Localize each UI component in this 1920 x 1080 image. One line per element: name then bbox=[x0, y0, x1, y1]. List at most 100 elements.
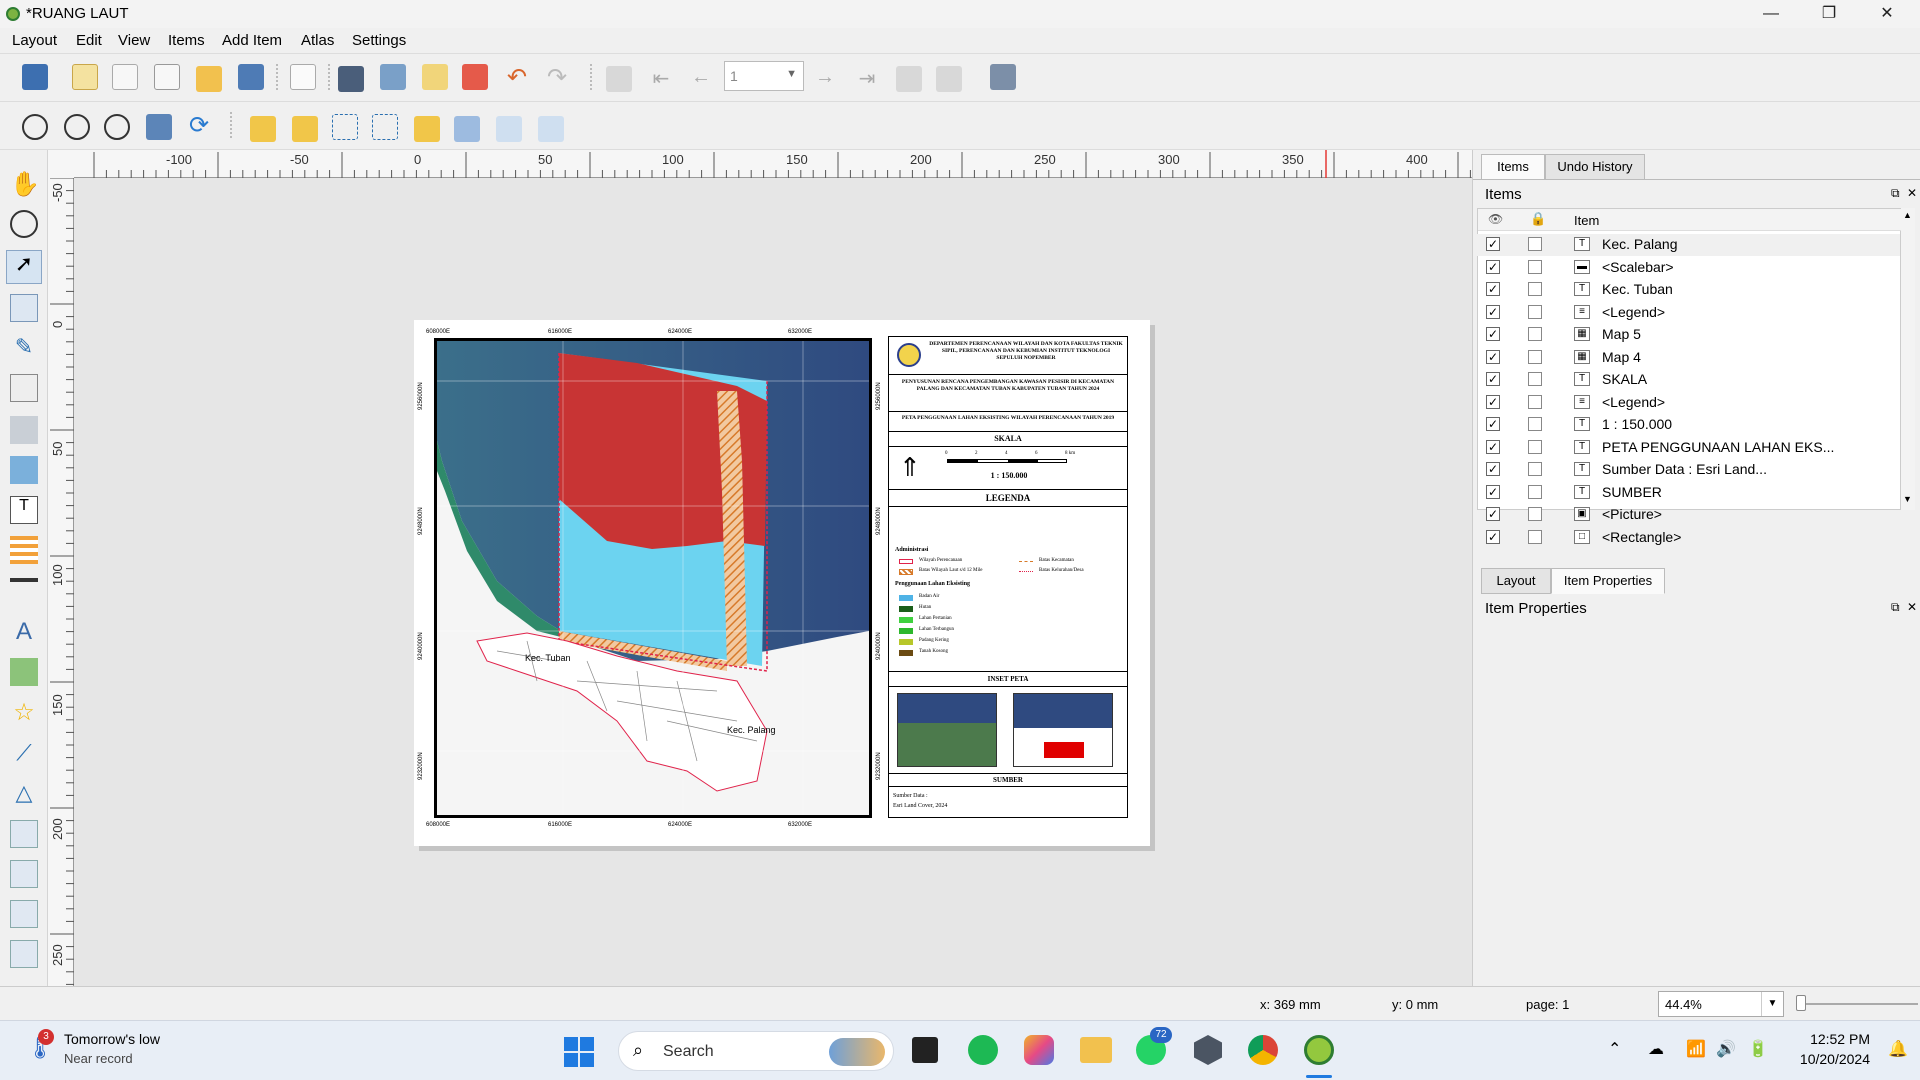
lock-checkbox[interactable] bbox=[1528, 304, 1542, 319]
last-feature-icon[interactable]: ⇥ bbox=[854, 66, 880, 92]
visibility-checkbox[interactable]: ✓ bbox=[1486, 507, 1500, 521]
print-icon[interactable] bbox=[338, 66, 364, 92]
lock-checkbox[interactable] bbox=[1528, 372, 1542, 386]
visibility-checkbox[interactable]: ✓ bbox=[1486, 282, 1500, 296]
visibility-checkbox[interactable]: ✓ bbox=[1486, 439, 1500, 454]
items-tree-row[interactable]: ✓ ▦ Map 4 bbox=[1476, 347, 1900, 369]
horizontal-ruler[interactable]: -100 -50 0 50 100 150 200 250 300 350 40… bbox=[74, 150, 1472, 178]
save-icon[interactable] bbox=[22, 64, 48, 90]
add-legend-icon[interactable] bbox=[10, 536, 38, 564]
redo-icon[interactable]: ↷ bbox=[544, 66, 570, 92]
close-panel-icon[interactable]: ✕ bbox=[1907, 600, 1917, 614]
lock-checkbox[interactable] bbox=[1528, 394, 1542, 409]
weather-title[interactable]: Tomorrow's low bbox=[64, 1031, 160, 1047]
task-view-icon[interactable] bbox=[912, 1037, 938, 1063]
unlock-items-icon[interactable] bbox=[292, 116, 318, 142]
lock-items-icon[interactable] bbox=[250, 116, 276, 142]
group-items-icon[interactable] bbox=[332, 114, 358, 140]
undo-icon[interactable]: ↶ bbox=[504, 66, 530, 92]
items-tree-row[interactable]: ✓ □ <Rectangle> bbox=[1476, 527, 1900, 549]
lock-checkbox[interactable] bbox=[1528, 349, 1542, 364]
add-page-icon[interactable] bbox=[10, 374, 38, 402]
atlas-print-icon[interactable] bbox=[896, 66, 922, 92]
items-tree-row[interactable]: ✓ ▣ <Picture> bbox=[1476, 504, 1900, 526]
menu-atlas[interactable]: Atlas bbox=[301, 32, 334, 49]
lock-checkbox[interactable] bbox=[1528, 237, 1542, 251]
lock-checkbox[interactable] bbox=[1528, 327, 1542, 341]
battery-icon[interactable]: 🔋 bbox=[1748, 1039, 1768, 1059]
clock-date[interactable]: 10/20/2024 bbox=[1786, 1051, 1870, 1067]
visibility-checkbox[interactable]: ✓ bbox=[1486, 349, 1500, 364]
visibility-checkbox[interactable]: ✓ bbox=[1486, 484, 1500, 499]
main-map-frame[interactable]: Kec. Tuban Kec. Palang bbox=[434, 338, 872, 818]
add-label-icon[interactable]: T bbox=[10, 496, 38, 524]
float-panel-icon[interactable]: ⧉ bbox=[1891, 600, 1900, 615]
add-elevation-profile-icon[interactable] bbox=[10, 940, 38, 968]
visibility-checkbox[interactable]: ✓ bbox=[1486, 304, 1500, 319]
items-tree-row[interactable]: ✓ T Sumber Data : Esri Land... bbox=[1476, 459, 1900, 481]
items-tree-row[interactable]: ✓ ▦ Map 5 bbox=[1476, 324, 1900, 346]
items-tree-row[interactable]: ✓ T SKALA bbox=[1476, 369, 1900, 391]
visibility-checkbox[interactable]: ✓ bbox=[1486, 327, 1500, 341]
notification-bell-icon[interactable]: 🔔 bbox=[1888, 1039, 1908, 1059]
align-items-icon[interactable] bbox=[454, 116, 480, 142]
atlas-preview-icon[interactable] bbox=[606, 66, 632, 92]
float-panel-icon[interactable]: ⧉ bbox=[1891, 186, 1900, 201]
open-folder-icon[interactable] bbox=[196, 66, 222, 92]
chevron-down-icon[interactable]: ▼ bbox=[1761, 992, 1783, 1016]
visibility-checkbox[interactable]: ✓ bbox=[1486, 529, 1500, 544]
add-polyline-icon[interactable]: △ bbox=[10, 780, 38, 808]
add-north-arrow-icon[interactable]: A bbox=[10, 618, 38, 646]
menu-layout[interactable]: Layout bbox=[12, 32, 57, 49]
visibility-checkbox[interactable]: ✓ bbox=[1486, 417, 1500, 431]
items-tree-row[interactable]: ✓ T Kec. Palang bbox=[1476, 234, 1900, 256]
previous-feature-icon[interactable]: ← bbox=[688, 66, 714, 92]
add-attribute-table-icon[interactable] bbox=[10, 860, 38, 888]
lock-checkbox[interactable] bbox=[1528, 417, 1542, 431]
visibility-checkbox[interactable]: ✓ bbox=[1486, 462, 1500, 476]
zoom-select[interactable]: 44.4% ▼ bbox=[1658, 991, 1784, 1017]
menu-add-item[interactable]: Add Item bbox=[222, 32, 282, 49]
export-svg-icon[interactable] bbox=[422, 64, 448, 90]
first-feature-icon[interactable]: ⇤ bbox=[648, 66, 674, 92]
edit-nodes-icon[interactable]: ✎ bbox=[10, 334, 38, 362]
lock-checkbox[interactable] bbox=[1528, 462, 1542, 476]
qgis-taskbar-icon[interactable] bbox=[1304, 1035, 1334, 1065]
chrome-icon[interactable] bbox=[1248, 1035, 1278, 1065]
copilot-icon[interactable] bbox=[1024, 1035, 1054, 1065]
add-marker-icon[interactable]: ☆ bbox=[10, 698, 38, 726]
add-shape-icon[interactable] bbox=[10, 658, 38, 686]
zoom-out-icon[interactable] bbox=[64, 114, 90, 140]
taskbar-search[interactable]: ⌕ Search bbox=[618, 1031, 894, 1071]
zoom-full-icon[interactable] bbox=[146, 114, 172, 140]
visibility-checkbox[interactable]: ✓ bbox=[1486, 394, 1500, 409]
visibility-checkbox[interactable]: ✓ bbox=[1486, 372, 1500, 386]
lock-checkbox[interactable] bbox=[1528, 529, 1542, 544]
tab-layout[interactable]: Layout bbox=[1481, 568, 1551, 594]
add-picture-icon[interactable] bbox=[10, 456, 38, 484]
chevron-up-icon[interactable]: ⌃ bbox=[1608, 1039, 1621, 1059]
lock-checkbox[interactable] bbox=[1528, 282, 1542, 296]
duplicate-layout-icon[interactable] bbox=[112, 64, 138, 90]
wifi-icon[interactable]: 📶 bbox=[1686, 1039, 1706, 1059]
maximize-button[interactable]: ❐ bbox=[1800, 0, 1858, 28]
zoom-actual-icon[interactable] bbox=[104, 114, 130, 140]
zoom-slider[interactable] bbox=[1796, 1003, 1918, 1005]
zoom-in-icon[interactable] bbox=[22, 114, 48, 140]
tab-item-properties[interactable]: Item Properties bbox=[1551, 568, 1665, 594]
windows-start-icon[interactable] bbox=[564, 1037, 594, 1067]
menu-settings[interactable]: Settings bbox=[352, 32, 406, 49]
items-tree-row[interactable]: ✓ ▬ <Scalebar> bbox=[1476, 257, 1900, 279]
raise-items-icon[interactable] bbox=[414, 116, 440, 142]
zoom-tool-icon[interactable] bbox=[10, 210, 38, 238]
atlas-settings-icon[interactable] bbox=[990, 64, 1016, 90]
items-tree-row[interactable]: ✓ T PETA PENGGUNAAN LAHAN EKS... bbox=[1476, 437, 1900, 459]
title-block[interactable]: DEPARTEMEN PERENCANAAN WILAYAH DAN KOTA … bbox=[888, 336, 1128, 818]
menu-view[interactable]: View bbox=[118, 32, 150, 49]
save-template-icon[interactable] bbox=[238, 64, 264, 90]
move-content-icon[interactable] bbox=[10, 294, 38, 322]
lock-checkbox[interactable] bbox=[1528, 484, 1542, 499]
resize-items-icon[interactable] bbox=[538, 116, 564, 142]
add-fixed-table-icon[interactable] bbox=[10, 900, 38, 928]
atlas-export-icon[interactable] bbox=[936, 66, 962, 92]
